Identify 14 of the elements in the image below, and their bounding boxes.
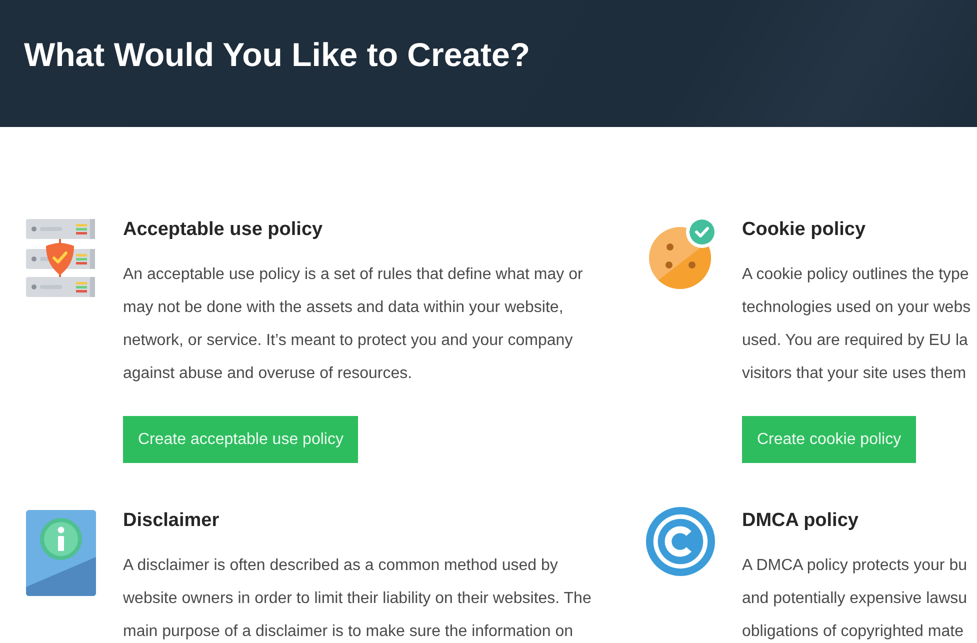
info-card-icon [26, 510, 96, 596]
policy-description: A disclaimer is often described as a common method used by website owners in order to limit their liability on their websites. The main purpose of a disclaimer is to make sure the information on [123, 557, 592, 641]
policy-description: A cookie policy outlines the type technologies used on your webs used. You are required by EU la visitors that your site uses them [742, 266, 971, 383]
policy-title: Acceptable use policy [123, 218, 323, 242]
policy-title: Cookie policy [742, 218, 866, 242]
copyright-icon [646, 507, 715, 576]
policy-title: DMCA policy [742, 509, 858, 533]
policy-description: A DMCA policy protects your bu and potentially expensive lawsu obligations of copyrighted mate [742, 557, 968, 641]
create-policy-button[interactable]: Create acceptable use policy [123, 416, 358, 463]
page-title: What Would You Like to Create? [24, 35, 530, 75]
policy-title: Disclaimer [123, 509, 220, 533]
server-shield-icon [26, 219, 96, 298]
create-policy-button[interactable]: Create cookie policy [742, 416, 916, 463]
policy-description: An acceptable use policy is a set of rules that define what may or may not be done with the assets and data within your website, network, or service. It’s meant to protect you and your company against abuse and overuse of resources. [123, 266, 583, 383]
